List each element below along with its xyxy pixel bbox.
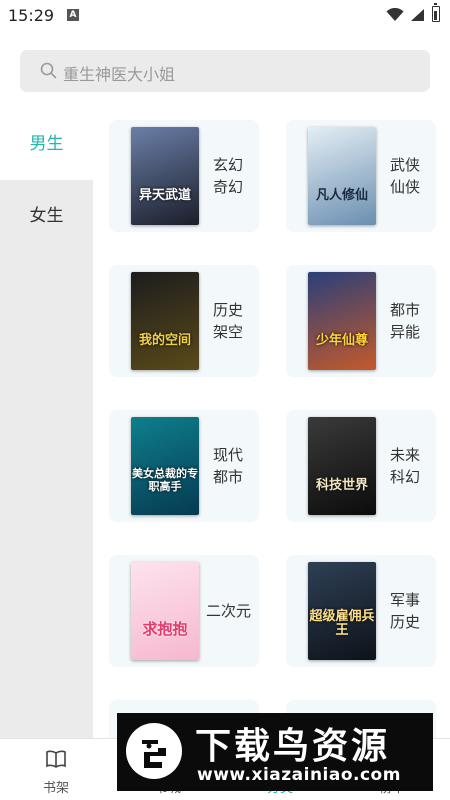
bird-logo-icon — [126, 723, 182, 779]
book-cover: 少年仙尊 — [308, 272, 376, 370]
genre-label-line1: 武侠 — [390, 156, 421, 174]
genre-label-line1: 未来 — [390, 446, 421, 464]
notification-a-icon: A — [67, 9, 79, 21]
book-icon — [46, 750, 66, 768]
genre-label-line2: 仙侠 — [390, 178, 421, 196]
cover-title: 我的空间 — [138, 333, 191, 348]
wifi-icon — [386, 8, 404, 21]
genre-label: 武侠 仙侠 — [390, 154, 424, 198]
genre-label: 都市 异能 — [390, 299, 424, 343]
sidebar-filler — [0, 252, 93, 738]
book-cover: 超级雇佣兵王 — [308, 562, 376, 660]
tab-female[interactable]: 女生 — [0, 180, 93, 252]
watermark-banner: 下载鸟资源 www.xiazainiao.com — [117, 713, 433, 791]
genre-label-line1: 现代 — [213, 446, 244, 464]
search-placeholder: 重生神医大小姐 — [63, 65, 176, 84]
tab-male[interactable]: 男生 — [0, 108, 93, 180]
genre-label-line1: 历史 — [213, 301, 244, 319]
watermark-url: www.xiazainiao.com — [197, 765, 401, 785]
genre-label-line1: 二次元 — [206, 602, 252, 620]
genre-label-line2: 奇幻 — [213, 178, 244, 196]
genre-card[interactable]: 科技世界 未来科幻 — [286, 410, 436, 522]
genre-grid: 异天武道 玄幻 奇幻 凡人修仙 武侠 仙侠 我的空间 历史 架空 少年仙尊 都市 异能 … — [93, 108, 450, 738]
book-cover: 我的空间 — [131, 272, 199, 370]
genre-card[interactable]: 求抱抱 二次元 — [109, 555, 259, 667]
genre-label-line2: 架空 — [213, 323, 244, 341]
search-icon — [40, 62, 57, 79]
book-cover: 异天武道 — [131, 127, 199, 225]
nav-label: 书架 — [42, 781, 69, 796]
genre-card[interactable]: 美女总裁的专职高手 现代都市 — [109, 410, 259, 522]
book-cover: 凡人修仙 — [308, 127, 376, 225]
book-cover: 美女总裁的专职高手 — [131, 417, 199, 515]
genre-card[interactable]: 我的空间 历史架空 — [109, 265, 259, 377]
cover-title: 少年仙尊 — [315, 333, 368, 348]
cover-title: 异天武道 — [138, 188, 191, 203]
genre-label: 历史 架空 — [213, 299, 247, 343]
genre-label-line1: 军事 — [390, 591, 421, 609]
cover-title: 求抱抱 — [142, 620, 188, 638]
status-time: 15:29 — [8, 6, 55, 25]
genre-card[interactable]: 异天武道 玄幻奇幻 — [109, 120, 259, 232]
book-cover: 求抱抱 — [131, 562, 199, 660]
watermark-title: 下载鸟资源 — [195, 726, 391, 767]
genre-label: 现代 都市 — [213, 444, 247, 488]
genre-label: 玄幻 奇幻 — [213, 154, 247, 198]
genre-label-line1: 玄幻 — [213, 156, 244, 174]
genre-label-line2: 异能 — [390, 323, 421, 341]
category-sidebar: 男生 女生 — [0, 108, 93, 738]
signal-icon — [411, 9, 424, 21]
cover-title: 美女总裁的专职高手 — [132, 467, 198, 493]
status-bar: 15:29 A — [0, 0, 450, 34]
genre-card[interactable]: 超级雇佣兵王 军事历史 — [286, 555, 436, 667]
cover-title: 科技世界 — [315, 478, 368, 493]
genre-card[interactable]: 凡人修仙 武侠仙侠 — [286, 120, 436, 232]
genre-label: 军事 历史 — [390, 589, 424, 633]
nav-bookshelf[interactable]: 书架 — [0, 739, 112, 800]
genre-label: 二次元 — [206, 600, 266, 622]
genre-label-line2: 都市 — [213, 468, 244, 486]
cover-title: 超级雇佣兵王 — [309, 609, 375, 638]
genre-label: 未来 科幻 — [390, 444, 424, 488]
cover-title: 凡人修仙 — [315, 188, 368, 203]
battery-icon — [432, 3, 440, 22]
genre-label-line2: 科幻 — [390, 468, 421, 486]
genre-card[interactable]: 少年仙尊 都市异能 — [286, 265, 436, 377]
book-cover: 科技世界 — [308, 417, 376, 515]
search-bar[interactable]: 重生神医大小姐 — [20, 50, 430, 92]
genre-label-line2: 历史 — [390, 613, 421, 631]
genre-label-line1: 都市 — [390, 301, 421, 319]
